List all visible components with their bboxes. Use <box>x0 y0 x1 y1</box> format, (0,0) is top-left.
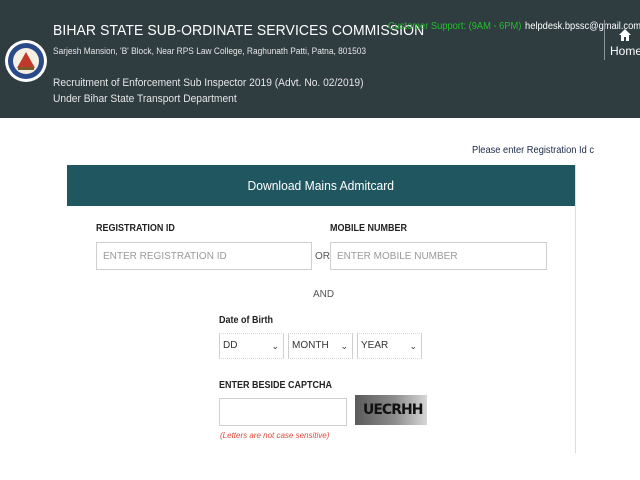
org-address: Sarjesh Mansion, 'B' Block, Near RPS Law… <box>53 46 367 56</box>
dob-month-select[interactable]: MONTH ⌄ <box>288 333 353 359</box>
customer-support: Customer Support: (9AM - 6PM) helpdesk.bp… <box>388 21 640 32</box>
captcha-hint: (Letters are not case sensitive) <box>220 431 330 440</box>
home-label: Home <box>610 44 640 58</box>
home-icon <box>619 29 631 41</box>
mobile-number-label: MOBILE NUMBER <box>330 223 408 234</box>
registration-id-input[interactable] <box>96 242 312 270</box>
and-separator: AND <box>313 289 335 300</box>
bpssc-logo <box>4 24 48 98</box>
home-link[interactable]: Home <box>610 28 640 58</box>
chevron-down-icon: ⌄ <box>271 341 279 351</box>
org-title: BIHAR STATE SUB-ORDINATE SERVICES COMMIS… <box>53 22 425 39</box>
chevron-down-icon: ⌄ <box>340 341 348 351</box>
captcha-label: ENTER BESIDE CAPTCHA <box>219 380 333 391</box>
admitcard-form: Download Mains Admitcard REGISTRATION ID… <box>67 165 576 453</box>
dob-year-select[interactable]: YEAR ⌄ <box>357 333 422 359</box>
department-name: Under Bihar State Transport Department <box>53 93 237 105</box>
site-header: BIHAR STATE SUB-ORDINATE SERVICES COMMIS… <box>0 0 640 118</box>
or-separator: OR <box>315 251 330 262</box>
captcha-input[interactable] <box>219 398 347 426</box>
registration-id-label: REGISTRATION ID <box>96 223 175 234</box>
form-title-bar: Download Mains Admitcard <box>67 165 575 206</box>
dob-day-value: DD <box>223 340 238 351</box>
dob-label: Date of Birth <box>219 315 273 326</box>
dob-month-value: MONTH <box>292 340 329 351</box>
captcha-image: UECRHH <box>355 395 427 425</box>
mobile-number-input[interactable] <box>330 242 547 270</box>
support-hours: Customer Support: (9AM - 6PM) <box>388 21 522 32</box>
header-divider <box>604 20 605 60</box>
recruitment-title: Recruitment of Enforcement Sub Inspector… <box>53 77 364 89</box>
dob-day-select[interactable]: DD ⌄ <box>219 333 284 359</box>
chevron-down-icon: ⌄ <box>409 341 417 351</box>
form-title: Download Mains Admitcard <box>247 178 395 193</box>
registration-notice: Please enter Registration Id c <box>472 145 595 156</box>
dob-year-value: YEAR <box>361 340 389 351</box>
